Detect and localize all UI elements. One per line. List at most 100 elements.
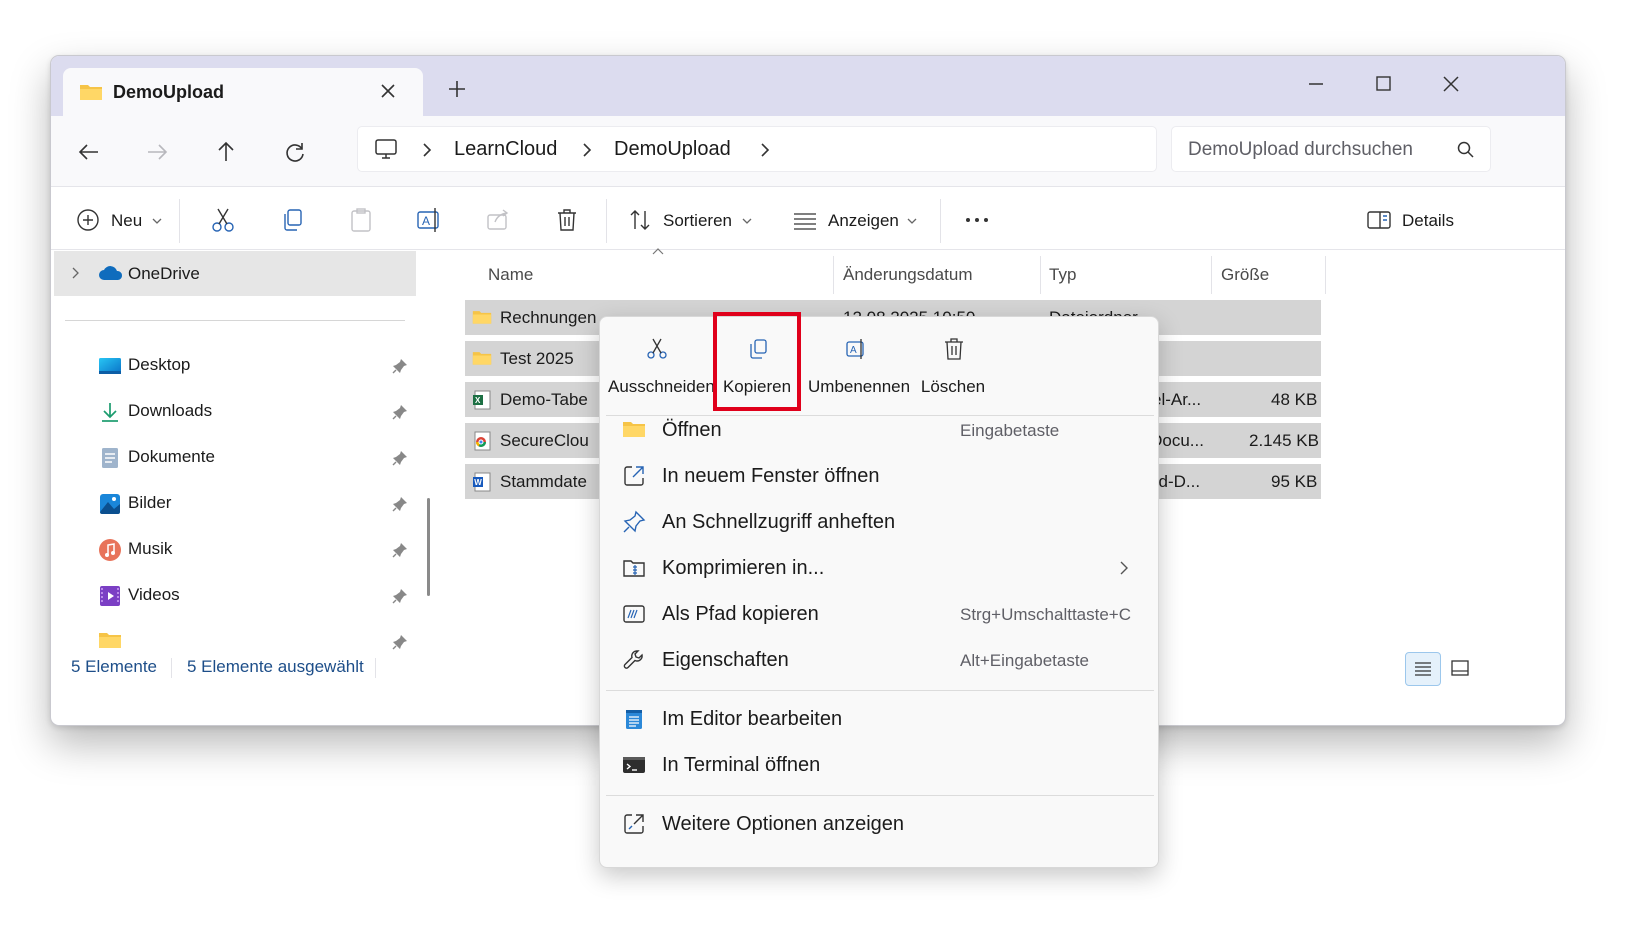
search-icon[interactable] (1456, 140, 1476, 160)
documents-icon (98, 446, 122, 470)
menu-item-open-new-window[interactable]: In neuem Fenster öffnen (606, 454, 1154, 498)
sidebar-item-musik[interactable]: Musik (51, 528, 416, 572)
tiles-view-icon[interactable] (1443, 652, 1479, 686)
view-list-icon[interactable] (788, 203, 822, 237)
back-icon[interactable] (69, 132, 109, 172)
pin-icon[interactable] (391, 633, 409, 651)
rename-button[interactable]: A Umbenennen (808, 329, 911, 409)
tab-title: DemoUpload (113, 82, 225, 102)
forward-icon[interactable] (137, 132, 177, 172)
sidebar-scrollbar[interactable] (427, 498, 430, 596)
sidebar-item-bilder[interactable]: Bilder (51, 482, 416, 526)
menu-item-copy-path[interactable]: Als Pfad kopieren Strg+Umschalttaste+C (606, 592, 1154, 636)
chevron-down-icon[interactable] (741, 217, 753, 225)
column-header-date[interactable]: Änderungsdatum (843, 265, 972, 285)
menu-item-label: An Schnellzugriff anheften (662, 511, 896, 533)
sort-icon[interactable] (624, 203, 658, 237)
pin-icon[interactable] (391, 449, 409, 467)
close-icon[interactable] (375, 78, 401, 104)
column-header-type[interactable]: Typ (1049, 265, 1076, 285)
sidebar-item-desktop[interactable]: Desktop (51, 344, 416, 388)
menu-item-label: In neuem Fenster öffnen (662, 465, 880, 487)
plus-icon[interactable] (444, 76, 470, 102)
file-name: Stammdate (500, 472, 587, 491)
delete-button[interactable]: Löschen (905, 329, 1001, 409)
rename-icon[interactable]: A (412, 203, 446, 237)
details-button[interactable]: Details (1402, 211, 1454, 231)
menu-item-compress[interactable]: Komprimieren in... (606, 546, 1154, 590)
close-window-icon[interactable] (1431, 66, 1471, 102)
trash-icon[interactable] (550, 203, 584, 237)
minimize-icon[interactable] (1296, 66, 1336, 102)
tab-demoupload[interactable]: DemoUpload (63, 68, 423, 116)
chevron-down-icon[interactable] (151, 217, 163, 225)
rename-label: Umbenennen (808, 377, 911, 396)
onedrive-icon (98, 265, 124, 281)
chevron-down-icon[interactable] (906, 217, 918, 225)
menu-item-properties[interactable]: Eigenschaften Alt+Eingabetaste (606, 638, 1154, 682)
address-bar[interactable]: LearnCloud DemoUpload (357, 126, 1157, 172)
pin-icon[interactable] (391, 403, 409, 421)
svg-text:A: A (422, 214, 430, 228)
new-plus-icon[interactable] (71, 203, 105, 237)
details-pane-icon[interactable] (1362, 203, 1396, 237)
chevron-right-icon[interactable] (758, 141, 772, 159)
chevron-right-icon[interactable] (420, 141, 434, 159)
title-bar: DemoUpload (51, 56, 1565, 116)
navigation-bar: LearnCloud DemoUpload DemoUpload durchsu… (51, 116, 1565, 186)
more-options-icon (622, 812, 646, 836)
navigation-pane: OneDrive Desktop Downloads Dokumente Bil… (51, 250, 441, 650)
column-header-size[interactable]: Größe (1221, 265, 1269, 285)
sort-button[interactable]: Sortieren (663, 211, 732, 231)
view-button[interactable]: Anzeigen (828, 211, 899, 231)
open-new-window-icon (622, 464, 646, 488)
menu-item-label: Öffnen (662, 419, 722, 441)
chevron-right-icon[interactable] (580, 141, 594, 159)
delete-label: Löschen (920, 377, 986, 396)
column-header-name[interactable]: Name (488, 265, 533, 285)
sidebar-item-videos[interactable]: Videos (51, 574, 416, 618)
cut-label: Ausschneiden (608, 377, 715, 396)
maximize-icon[interactable] (1363, 66, 1403, 102)
menu-item-label: In Terminal öffnen (662, 754, 821, 776)
menu-item-more-options[interactable]: Weitere Optionen anzeigen (606, 802, 1154, 846)
music-icon (98, 538, 122, 562)
cut-icon[interactable] (206, 203, 240, 237)
menu-item-shortcut: Strg+Umschalttaste+C (960, 605, 1132, 624)
copy-icon[interactable] (275, 203, 309, 237)
terminal-icon (622, 753, 646, 777)
new-button[interactable]: Neu (111, 211, 142, 231)
breadcrumb-learncloud[interactable]: LearnCloud (454, 138, 557, 161)
share-icon[interactable] (481, 203, 515, 237)
up-icon[interactable] (206, 132, 246, 172)
pin-icon[interactable] (391, 587, 409, 605)
pin-icon[interactable] (391, 541, 409, 559)
more-icon[interactable] (960, 203, 994, 237)
refresh-icon[interactable] (275, 132, 315, 172)
menu-item-edit-notepad[interactable]: Im Editor bearbeiten (606, 697, 1154, 741)
chevron-right-icon[interactable] (70, 266, 80, 280)
breadcrumb-demoupload[interactable]: DemoUpload (614, 138, 731, 161)
excel-file-icon: X (472, 390, 492, 410)
menu-item-open-terminal[interactable]: In Terminal öffnen (606, 743, 1154, 787)
cut-button[interactable]: Ausschneiden (608, 329, 715, 409)
sidebar-item-downloads[interactable]: Downloads (51, 390, 416, 434)
file-size: 48 KB (1271, 390, 1318, 409)
file-name: SecureClou (500, 431, 589, 450)
paste-icon[interactable] (344, 203, 378, 237)
svg-text:X: X (475, 396, 481, 405)
menu-item-open[interactable]: Öffnen Eingabetaste (606, 408, 1154, 452)
pin-icon[interactable] (391, 357, 409, 375)
menu-item-label: Im Editor bearbeiten (662, 708, 843, 730)
download-icon (98, 400, 122, 424)
details-view-icon[interactable] (1405, 652, 1441, 686)
sidebar-item-dokumente[interactable]: Dokumente (51, 436, 416, 480)
pictures-icon (98, 492, 122, 516)
file-size: 95 KB (1271, 472, 1318, 491)
wrench-icon (622, 648, 646, 672)
sidebar-item-onedrive[interactable]: OneDrive (54, 251, 416, 296)
sidebar-item-label: Downloads (128, 401, 213, 420)
search-input[interactable]: DemoUpload durchsuchen (1171, 126, 1491, 172)
menu-item-pin-quick-access[interactable]: An Schnellzugriff anheften (606, 500, 1154, 544)
pin-icon[interactable] (391, 495, 409, 513)
